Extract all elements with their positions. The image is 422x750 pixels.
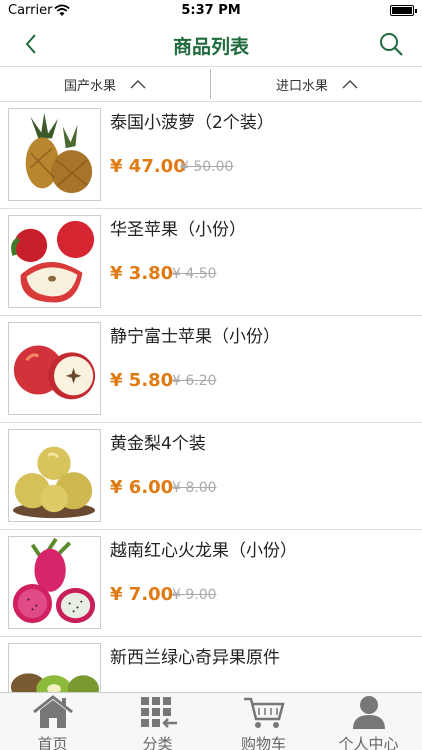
navigation-bar: 商品列表 bbox=[0, 22, 422, 66]
tab-profile[interactable]: 个人中心 bbox=[316, 693, 421, 750]
kiwi-image bbox=[8, 643, 101, 692]
product-row[interactable]: 华圣苹果（小份） ¥ 3.80 ¥ 4.50 bbox=[0, 209, 422, 316]
product-original-price: ¥ 4.50 bbox=[172, 266, 217, 282]
product-price: ¥ 47.00 bbox=[110, 156, 186, 177]
product-row[interactable]: 黄金梨4个装 ¥ 6.00 ¥ 8.00 bbox=[0, 423, 422, 530]
dragon-fruit-image bbox=[8, 536, 101, 629]
user-icon bbox=[353, 696, 385, 729]
filter-label: 进口水果 bbox=[275, 78, 328, 94]
filter-imported-fruit[interactable]: 进口水果 bbox=[212, 67, 422, 101]
product-price: ¥ 5.80 bbox=[110, 370, 174, 391]
tab-bar: 首页 分类 购物车 个人中心 bbox=[0, 692, 422, 750]
tab-label: 个人中心 bbox=[338, 735, 399, 750]
cart-icon bbox=[244, 697, 285, 728]
apple-image bbox=[8, 215, 101, 308]
category-icon bbox=[141, 697, 177, 728]
tab-category[interactable]: 分类 bbox=[105, 693, 210, 750]
tab-label: 分类 bbox=[142, 735, 173, 750]
pineapple-image bbox=[8, 108, 101, 201]
product-price: ¥ 3.80 bbox=[110, 263, 174, 284]
product-name: 泰国小菠萝（2个装） bbox=[110, 113, 274, 133]
product-row[interactable]: 越南红心火龙果（小份） ¥ 7.00 ¥ 9.00 bbox=[0, 530, 422, 637]
pear-image bbox=[8, 429, 101, 522]
fuji-apple-image bbox=[8, 322, 101, 415]
divider bbox=[210, 69, 211, 99]
product-original-price: ¥ 8.00 bbox=[172, 480, 217, 496]
home-icon bbox=[33, 695, 73, 728]
product-list[interactable]: 泰国小菠萝（2个装） ¥ 47.00 ¥ 50.00 华圣苹果（小份） ¥ 3.… bbox=[0, 102, 422, 692]
product-price: ¥ 6.00 bbox=[110, 477, 174, 498]
status-bar: Carrier 5:37 PM bbox=[0, 0, 422, 22]
product-price: ¥ 7.00 bbox=[110, 584, 174, 605]
product-name: 黄金梨4个装 bbox=[110, 434, 206, 454]
product-original-price: ¥ 9.00 bbox=[172, 587, 217, 603]
tab-cart[interactable]: 购物车 bbox=[211, 693, 316, 750]
product-row[interactable]: 泰国小菠萝（2个装） ¥ 47.00 ¥ 50.00 bbox=[0, 102, 422, 209]
chevron-up-icon bbox=[342, 80, 358, 89]
product-row[interactable]: 静宁富士苹果（小份） ¥ 5.80 ¥ 6.20 bbox=[0, 316, 422, 423]
battery-icon bbox=[390, 5, 417, 16]
product-original-price: ¥ 50.00 bbox=[180, 159, 234, 175]
search-icon[interactable] bbox=[378, 31, 404, 57]
filter-domestic-fruit[interactable]: 国产水果 bbox=[0, 67, 210, 101]
tab-label: 首页 bbox=[37, 735, 68, 750]
filter-bar: 国产水果 进口水果 bbox=[0, 66, 422, 102]
product-original-price: ¥ 6.20 bbox=[172, 373, 217, 389]
product-name: 新西兰绿心奇异果原件 bbox=[110, 648, 280, 668]
chevron-up-icon bbox=[130, 80, 146, 89]
tab-home[interactable]: 首页 bbox=[0, 693, 105, 750]
tab-label: 购物车 bbox=[240, 735, 286, 750]
product-name: 越南红心火龙果（小份） bbox=[110, 541, 297, 561]
clock: 5:37 PM bbox=[181, 3, 241, 18]
page-title: 商品列表 bbox=[172, 36, 249, 58]
product-name: 华圣苹果（小份） bbox=[110, 220, 246, 240]
product-name: 静宁富士苹果（小份） bbox=[110, 327, 280, 347]
filter-label: 国产水果 bbox=[63, 78, 116, 94]
product-row[interactable]: 新西兰绿心奇异果原件 bbox=[0, 637, 422, 692]
